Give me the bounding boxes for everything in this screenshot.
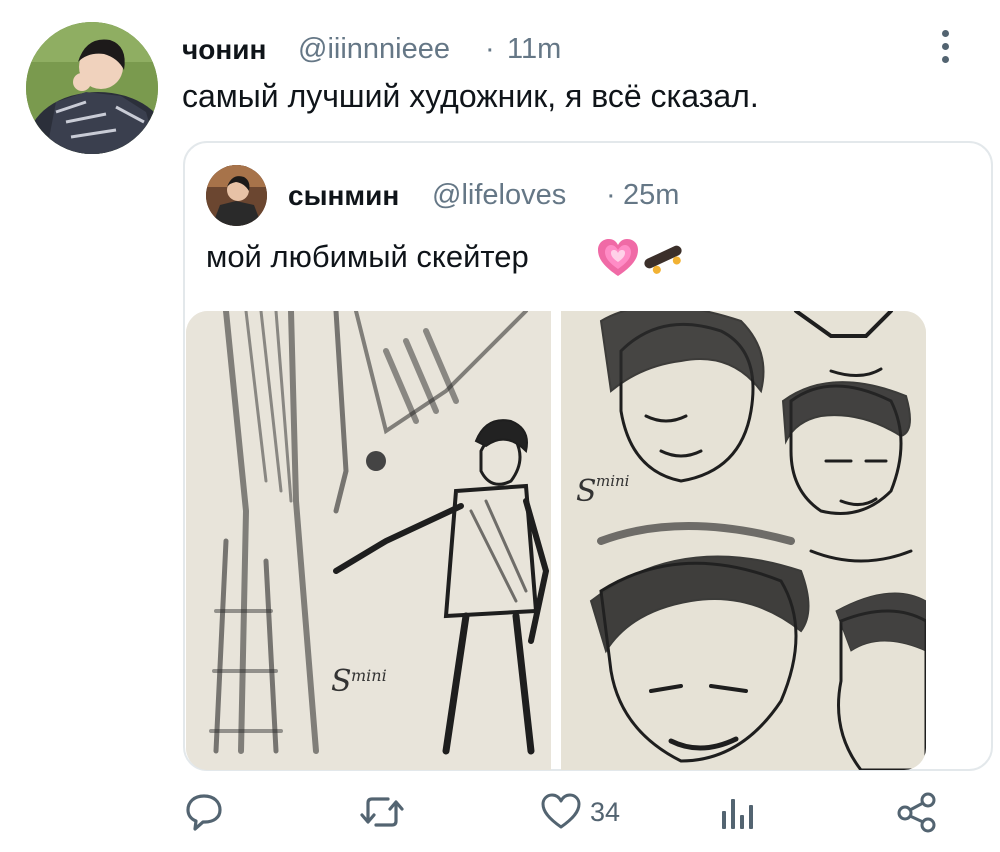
retweet-icon	[360, 797, 404, 827]
analytics-icon	[722, 799, 753, 829]
reply-button[interactable]	[183, 790, 225, 834]
quoted-author-name[interactable]: сынмин	[288, 180, 399, 212]
svg-text:mini: mini	[351, 666, 387, 685]
author-name[interactable]: чонин	[182, 34, 266, 66]
like-button[interactable]: 34	[540, 790, 620, 834]
tweet-time[interactable]: 11m	[507, 33, 561, 66]
share-button[interactable]	[895, 790, 939, 834]
time-separator: ·	[485, 33, 495, 65]
media-image-right[interactable]: S mini	[561, 311, 926, 770]
quoted-author-avatar	[206, 165, 267, 226]
quoted-tweet-text: мой любимый скейтер	[206, 239, 529, 274]
author-handle[interactable]: @iiinnnieee	[298, 33, 450, 66]
share-icon	[897, 792, 936, 833]
retweet-button[interactable]	[358, 790, 406, 834]
like-count: 34	[590, 796, 621, 827]
quoted-tweet-time[interactable]: 25m	[623, 179, 679, 212]
svg-text:mini: mini	[596, 472, 630, 490]
reply-icon	[186, 794, 222, 831]
author-avatar[interactable]	[26, 22, 158, 154]
more-options-icon[interactable]	[932, 30, 958, 70]
svg-text:S: S	[331, 664, 352, 699]
svg-text:S: S	[576, 474, 597, 509]
tweet-text: самый лучший художник, я всё сказал.	[182, 78, 759, 114]
growing-heart-icon	[597, 238, 639, 278]
analytics-button[interactable]	[718, 790, 758, 834]
heart-icon	[541, 793, 581, 829]
media-image-left[interactable]: S mini	[186, 311, 551, 770]
quoted-time-separator: ·	[606, 179, 616, 211]
quoted-author-handle[interactable]: @lifeloves	[432, 179, 566, 212]
skateboard-icon	[641, 239, 685, 275]
